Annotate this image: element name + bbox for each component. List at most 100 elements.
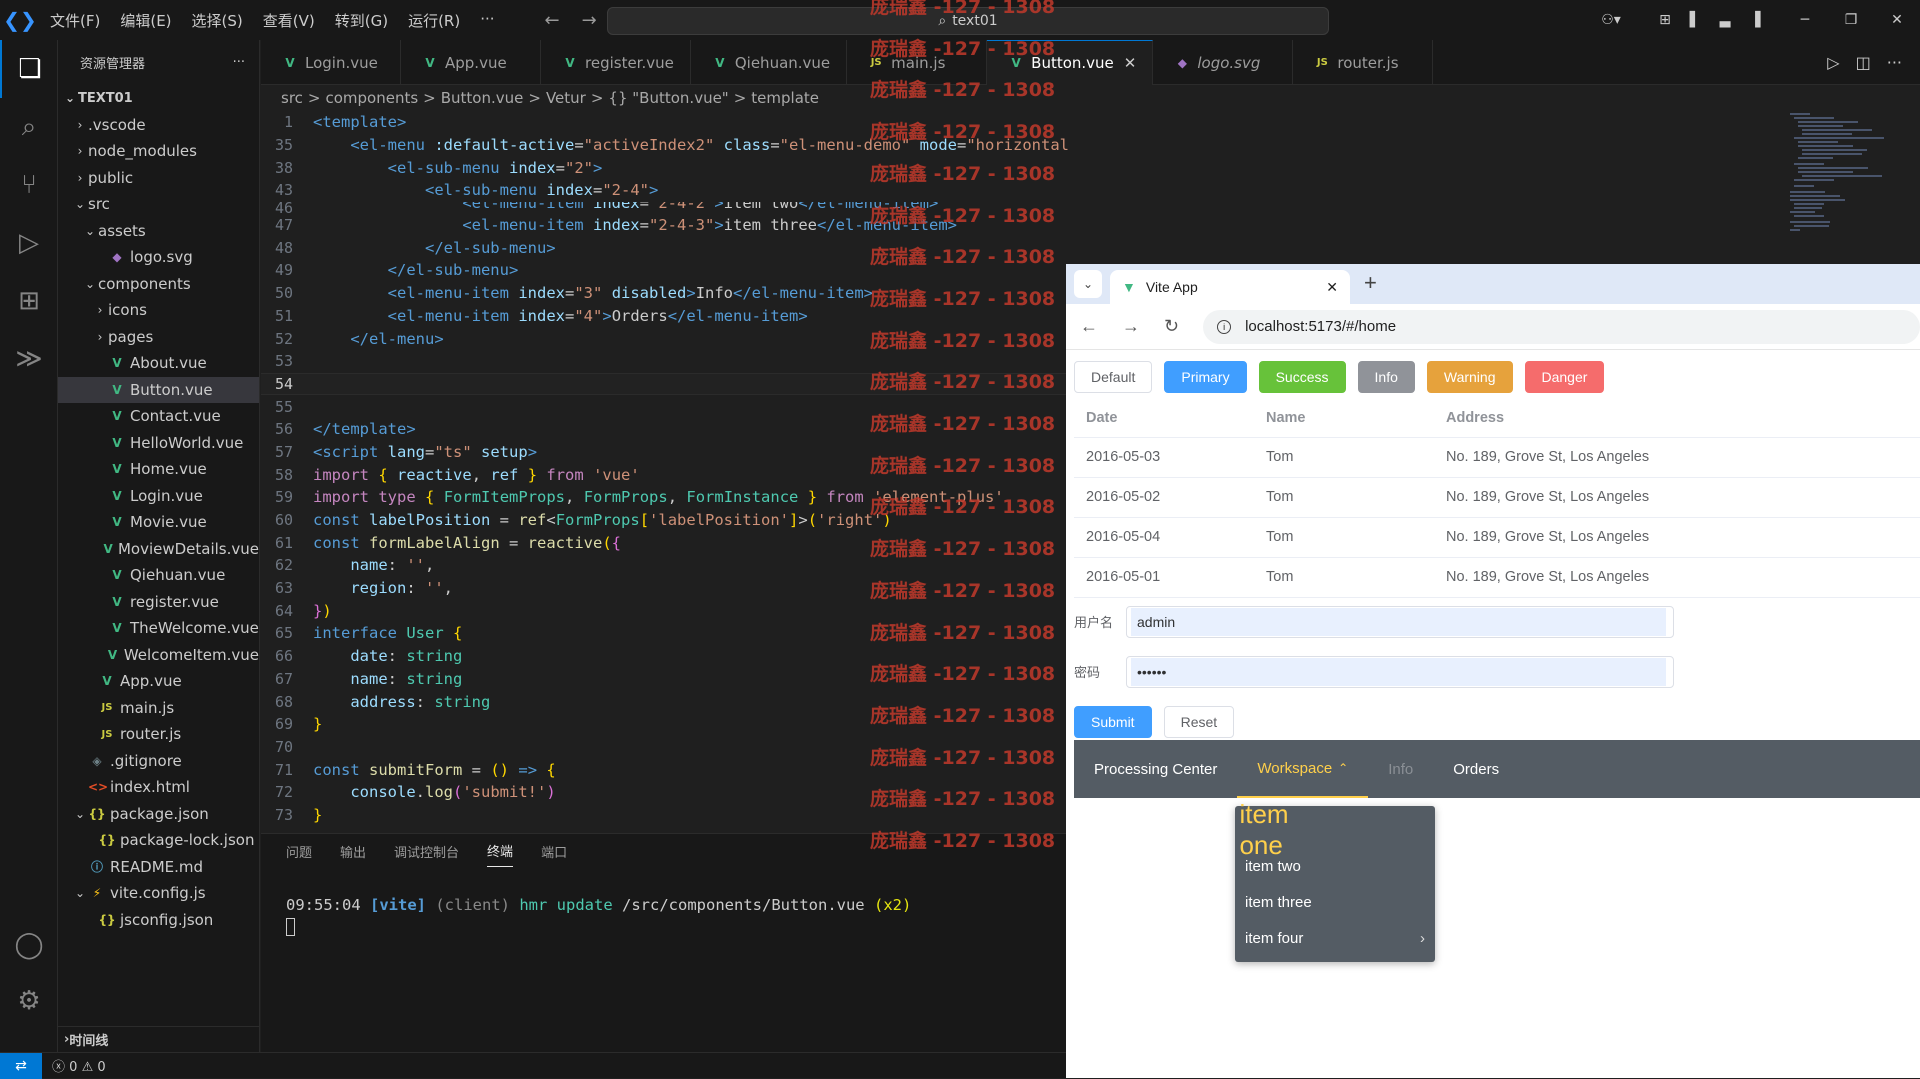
editor-tab[interactable]: V Qiehuan.vue <box>691 40 848 85</box>
danger-button[interactable]: Danger <box>1524 361 1605 393</box>
panel-tab[interactable]: 输出 <box>340 836 366 867</box>
breadcrumb-item[interactable]: template <box>751 89 819 107</box>
editor-tab[interactable]: V App.vue <box>401 40 541 85</box>
editor-tab[interactable]: Vregister.vue <box>541 40 691 85</box>
submenu-item[interactable]: item one <box>1235 799 1293 860</box>
tree-item[interactable]: JS main.js <box>58 695 259 722</box>
extensions-icon[interactable]: ⊞ <box>0 272 58 330</box>
tree-item[interactable]: › node_modules <box>58 138 259 165</box>
search-view-icon[interactable]: ⌕ <box>0 98 58 156</box>
browser-tab[interactable]: ▼ Vite App ✕ <box>1110 270 1350 304</box>
menu-item[interactable]: 文件(F) <box>40 10 110 31</box>
browser-forward-icon[interactable]: → <box>1122 316 1140 337</box>
tree-item[interactable]: V HelloWorld.vue <box>58 430 259 457</box>
minimap[interactable] <box>1790 111 1900 271</box>
close-tab-icon[interactable]: ✕ <box>1124 54 1137 72</box>
menu-item[interactable]: 查看(V) <box>253 10 325 31</box>
minimize-icon[interactable]: ─ <box>1782 12 1828 28</box>
restore-icon[interactable]: ❐ <box>1828 12 1874 28</box>
tree-item[interactable]: ◈ .gitignore <box>58 748 259 775</box>
tree-item[interactable]: V Movie.vue <box>58 509 259 536</box>
split-editor-icon[interactable]: ◫ <box>1856 53 1871 72</box>
breadcrumb-item[interactable]: src <box>281 89 303 107</box>
tree-item[interactable]: {} jsconfig.json <box>58 907 259 934</box>
password-input[interactable]: •••••• <box>1126 655 1674 688</box>
remote-indicator-icon[interactable]: ⇄ <box>0 1052 42 1079</box>
submenu-item[interactable]: item four › <box>1235 920 1435 956</box>
toggle-panel-icon[interactable]: ▃ <box>1710 12 1740 28</box>
explorer-icon[interactable]: ❏ <box>0 40 58 98</box>
new-tab-icon[interactable]: + <box>1364 270 1377 296</box>
menu-item-processing-center[interactable]: Processing Center <box>1074 740 1237 798</box>
tab-search-icon[interactable]: ⌄ <box>1074 270 1102 298</box>
menu-item[interactable]: 选择(S) <box>182 10 253 31</box>
reset-button[interactable]: Reset <box>1163 705 1235 738</box>
tree-item[interactable]: ⌄ src <box>58 191 259 218</box>
editor-tab[interactable]: V Login.vue <box>261 40 401 85</box>
more-actions-icon[interactable]: ··· <box>1887 53 1902 72</box>
breadcrumb-item[interactable]: {} "Button.vue" <box>608 89 728 107</box>
breadcrumb-item[interactable]: components <box>325 89 418 107</box>
tree-item[interactable]: V Login.vue <box>58 483 259 510</box>
tree-item[interactable]: › .vscode <box>58 112 259 139</box>
forward-arrow-icon[interactable]: → <box>582 10 597 31</box>
site-info-icon[interactable]: i <box>1217 319 1232 334</box>
info-button[interactable]: Info <box>1357 361 1415 393</box>
run-icon[interactable]: ▷ <box>1827 53 1839 72</box>
editor-tab[interactable]: JS router.js <box>1293 40 1434 85</box>
browser-back-icon[interactable]: ← <box>1080 316 1098 337</box>
tree-item[interactable]: ⓘ README.md <box>58 854 259 881</box>
breadcrumb-item[interactable]: Vetur <box>546 89 586 107</box>
source-control-icon[interactable]: ⑂ <box>0 156 58 214</box>
run-debug-icon[interactable]: ▷ <box>0 214 58 272</box>
tree-item[interactable]: V Button.vue <box>58 376 259 403</box>
tree-item[interactable]: V About.vue <box>58 350 259 377</box>
tree-item[interactable]: › pages <box>58 324 259 351</box>
address-bar[interactable]: i localhost:5173/#/home <box>1203 309 1920 344</box>
tree-item[interactable]: JS router.js <box>58 721 259 748</box>
breadcrumb-item[interactable]: Button.vue <box>441 89 524 107</box>
tree-item[interactable]: {} package-lock.json <box>58 827 259 854</box>
username-input[interactable]: admin <box>1126 605 1674 638</box>
close-tab-icon[interactable]: ✕ <box>1326 279 1338 296</box>
panel-tab[interactable]: 终端 <box>487 835 514 867</box>
toggle-secondary-sidebar-icon[interactable]: ▐ <box>1740 12 1770 28</box>
explorer-more-icon[interactable]: ··· <box>233 55 245 70</box>
panel-tab[interactable]: 端口 <box>541 836 567 867</box>
customize-layout-icon[interactable]: ⊞ <box>1650 12 1680 28</box>
default-button[interactable]: Default <box>1074 361 1153 393</box>
tree-item[interactable]: V Home.vue <box>58 456 259 483</box>
tree-item[interactable]: V MoviewDetails.vue <box>58 536 259 563</box>
menu-item[interactable]: ··· <box>470 10 504 31</box>
tree-item[interactable]: V Contact.vue <box>58 403 259 430</box>
tree-item[interactable]: V App.vue <box>58 668 259 695</box>
warning-button[interactable]: Warning <box>1426 361 1513 393</box>
tree-item[interactable]: ⌄{} package.json <box>58 801 259 828</box>
settings-gear-icon[interactable]: ⚙ <box>0 972 58 1030</box>
tree-item[interactable]: ⌄ ⚡ vite.config.js <box>58 880 259 907</box>
tree-item[interactable]: › public <box>58 165 259 192</box>
tree-item[interactable]: V WelcomeItem.vue <box>58 642 259 669</box>
menu-item[interactable]: 编辑(E) <box>110 10 181 31</box>
tree-item[interactable]: › icons <box>58 297 259 324</box>
submit-button[interactable]: Submit <box>1074 705 1152 738</box>
tree-item[interactable]: V Qiehuan.vue <box>58 562 259 589</box>
timeline-section[interactable]: › 时间线 <box>58 1026 260 1052</box>
menu-item[interactable]: 转到(G) <box>325 10 398 31</box>
remote-explorer-icon[interactable]: ≫ <box>0 330 58 388</box>
menu-item-orders[interactable]: Orders <box>1433 740 1519 798</box>
tree-item[interactable]: ⌄ assets <box>58 218 259 245</box>
menu-item[interactable]: 运行(R) <box>398 10 470 31</box>
toggle-sidebar-icon[interactable]: ▌ <box>1680 12 1710 28</box>
tree-item[interactable]: <> index.html <box>58 774 259 801</box>
problems-indicator[interactable]: ⓧ 0 ⚠ 0 <box>52 1056 106 1075</box>
tree-item[interactable]: Vregister.vue <box>58 589 259 616</box>
success-button[interactable]: Success <box>1258 361 1346 393</box>
close-window-icon[interactable]: ✕ <box>1874 12 1920 28</box>
workspace-root[interactable]: ⌄ TEXT01 <box>58 85 259 112</box>
panel-tab[interactable]: 问题 <box>286 836 312 867</box>
primary-button[interactable]: Primary <box>1164 361 1247 393</box>
terminal-output[interactable]: 09:55:04 [vite] (client) hmr update /src… <box>261 868 1071 940</box>
back-arrow-icon[interactable]: ← <box>545 10 560 31</box>
menu-item-workspace[interactable]: Workspace ⌃ <box>1237 740 1369 798</box>
